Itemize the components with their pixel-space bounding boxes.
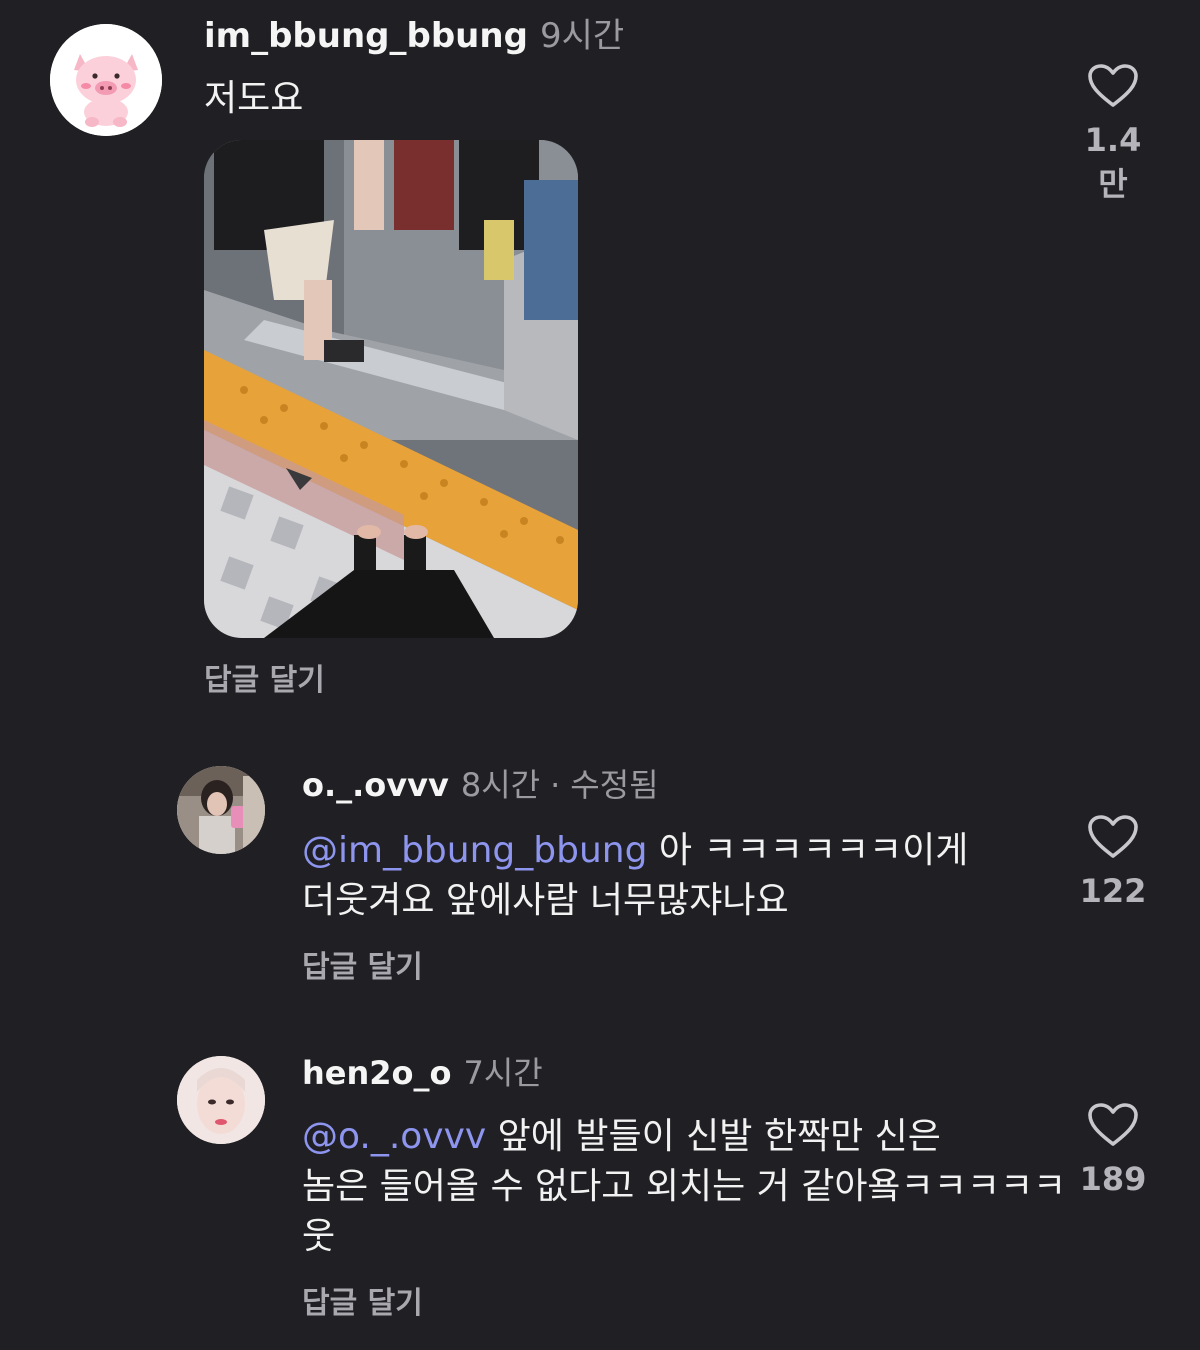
attached-photo[interactable] [204,140,578,638]
comment-text-part: 앞에 발들이 신발 한짝만 신은 [486,1116,941,1157]
comment-line-2: 놈은 들어올 수 없다고 외치는 거 같아욬ㅋㅋㅋㅋㅋ [302,1166,1067,1207]
like-count: 122 [1079,872,1147,910]
comment-header: o._.ovvv 8시간 · 수정됨 [302,764,659,806]
comment-1: im_bbung_bbung 9시간 저도요 답글 달기 1.4만 [0,0,1200,720]
like-button[interactable]: 122 [1073,814,1153,910]
username[interactable]: im_bbung_bbung [204,16,528,56]
like-button[interactable]: 189 [1073,1102,1153,1198]
reply-button[interactable]: 답글 달기 [302,1278,423,1322]
comment-text: @im_bbung_bbung 아 ㅋㅋㅋㅋㅋㅋ이게 더웃겨요 앞에사람 너무많… [302,826,968,926]
reply-button[interactable]: 답글 달기 [302,942,423,986]
heart-icon [1088,1103,1138,1146]
avatar[interactable] [177,1056,265,1144]
username[interactable]: hen2o_o [302,1054,452,1092]
comment-3: hen2o_o 7시간 @o._.ovvv 앞에 발들이 신발 한짝만 신은 놈은… [0,1030,1200,1350]
comment-line-3: 웃 [302,1216,336,1257]
avatar[interactable] [50,24,162,136]
timestamp: 8시간 [460,766,541,804]
mention-link[interactable]: o._.ovvv [338,1116,486,1157]
timestamp: 9시간 [539,16,625,56]
comment-text-part: 아 ㅋㅋㅋㅋㅋㅋ이게 [647,830,969,871]
heart-icon [1088,815,1138,858]
profile-photo-icon [177,766,265,854]
reply-button[interactable]: 답글 달기 [204,655,325,699]
separator-dot: · [550,766,561,804]
comment-line-1: @im_bbung_bbung 아 ㅋㅋㅋㅋㅋㅋ이게 [302,826,968,876]
subway-platform-photo [204,140,578,638]
username[interactable]: o._.ovvv [302,766,449,804]
like-button[interactable]: 1.4만 [1073,63,1153,205]
avatar[interactable] [177,766,265,854]
heart-icon [1088,64,1138,107]
comment-line-1: @o._.ovvv 앞에 발들이 신발 한짝만 신은 [302,1112,1066,1162]
like-count: 189 [1079,1160,1147,1198]
like-count: 1.4만 [1084,121,1142,203]
comment-text: 저도요 [204,78,304,119]
comment-header: im_bbung_bbung 9시간 [204,14,624,58]
profile-photo-icon [177,1056,265,1144]
edited-label: 수정됨 [570,766,659,804]
mention-link[interactable]: im_bbung_bbung [338,830,647,871]
threads-at-icon: @ [302,830,338,871]
threads-at-icon: @ [302,1116,338,1157]
comment-2: o._.ovvv 8시간 · 수정됨 @im_bbung_bbung 아 ㅋㅋㅋㅋㅋㅋ… [0,740,1200,1040]
comment-line-2: 더웃겨요 앞에사람 너무많쟈나요 [302,880,789,921]
comment-text: @o._.ovvv 앞에 발들이 신발 한짝만 신은 놈은 들어올 수 없다고 … [302,1112,1066,1262]
comment-header: hen2o_o 7시간 [302,1052,543,1094]
timestamp: 7시간 [463,1054,543,1092]
pig-avatar-icon [50,24,162,136]
